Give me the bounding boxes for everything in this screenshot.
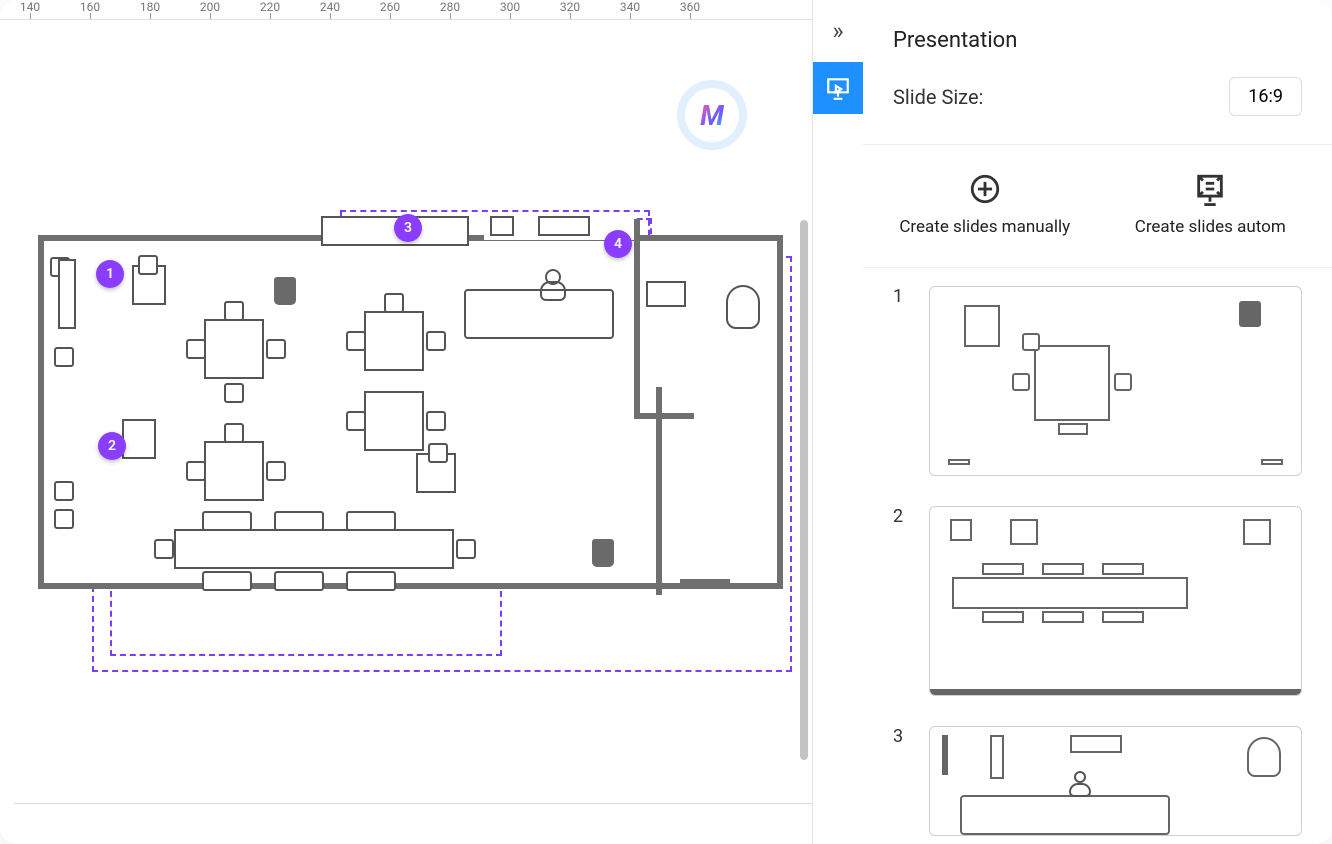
slide-thumbnail[interactable]: [929, 506, 1302, 696]
chair[interactable]: [426, 411, 446, 431]
trash-bin[interactable]: [592, 539, 614, 567]
slide-thumbnail[interactable]: [929, 286, 1302, 476]
bench-seat[interactable]: [274, 571, 324, 591]
wall: [634, 219, 640, 419]
toilet[interactable]: [726, 285, 760, 329]
chair[interactable]: [266, 339, 286, 359]
dining-table[interactable]: [204, 441, 264, 501]
door[interactable]: [680, 579, 730, 587]
panel-title: Presentation: [863, 0, 1332, 77]
floor-plan[interactable]: [38, 235, 783, 589]
wall: [656, 387, 662, 595]
ruler-tick: 260: [360, 0, 420, 19]
ruler-tick: 200: [180, 0, 240, 19]
ruler-tick: 140: [0, 0, 60, 19]
trash-bin[interactable]: [274, 277, 296, 305]
brand-watermark: M: [677, 80, 747, 150]
bench-seat[interactable]: [274, 511, 324, 531]
appliance[interactable]: [490, 216, 514, 236]
chair[interactable]: [346, 331, 366, 351]
slide-thumbnail[interactable]: [929, 726, 1302, 836]
slide-list[interactable]: 1 2: [863, 268, 1332, 844]
chair[interactable]: [54, 509, 74, 529]
side-rail: »: [813, 0, 863, 844]
panel-body: Presentation Slide Size: 16:9 Create sli…: [863, 0, 1332, 844]
slide-size-select[interactable]: 16:9: [1229, 77, 1302, 116]
chair[interactable]: [186, 461, 206, 481]
slide-number: 3: [893, 726, 911, 747]
sink[interactable]: [646, 281, 686, 307]
chair[interactable]: [186, 339, 206, 359]
dining-table[interactable]: [204, 319, 264, 379]
slide-number: 1: [893, 286, 911, 307]
drawing-canvas[interactable]: M: [0, 20, 812, 844]
chevron-right-double-icon: »: [832, 17, 843, 45]
stove[interactable]: [538, 216, 590, 236]
app-window: 140 160 180 200 220 240 260 280 300 320 …: [0, 0, 1332, 844]
banquet-table[interactable]: [174, 529, 454, 569]
bench-seat[interactable]: [202, 511, 252, 531]
chair[interactable]: [384, 293, 404, 313]
chair[interactable]: [154, 539, 174, 559]
chair[interactable]: [224, 423, 244, 443]
chair[interactable]: [426, 331, 446, 351]
chair[interactable]: [266, 461, 286, 481]
create-slides-row: Create slides manually Create slides aut…: [863, 145, 1332, 268]
plus-circle-icon: [967, 171, 1003, 207]
bench-seat[interactable]: [346, 511, 396, 531]
chair[interactable]: [138, 255, 158, 275]
create-manual-label: Create slides manually: [899, 217, 1070, 237]
ruler-tick: 160: [60, 0, 120, 19]
chair[interactable]: [456, 539, 476, 559]
small-table[interactable]: [122, 419, 156, 459]
slide-marker-1[interactable]: 1: [96, 260, 124, 288]
slide-marker-4[interactable]: 4: [604, 230, 632, 258]
ruler-tick: 180: [120, 0, 180, 19]
dining-table[interactable]: [364, 391, 424, 451]
slide-number: 2: [893, 506, 911, 527]
slide-item[interactable]: 1: [893, 286, 1302, 476]
dining-table[interactable]: [364, 311, 424, 371]
chair[interactable]: [346, 411, 366, 431]
page-boundary: [14, 803, 812, 804]
slide-item[interactable]: 3: [893, 726, 1302, 836]
ruler-tick: 340: [600, 0, 660, 19]
create-slides-manually-button[interactable]: Create slides manually: [877, 171, 1093, 237]
slide-size-row: Slide Size: 16:9: [863, 77, 1332, 145]
presentation-tab[interactable]: [813, 62, 863, 114]
ruler-tick: 360: [660, 0, 720, 19]
ruler-tick: 240: [300, 0, 360, 19]
slide-size-label: Slide Size:: [893, 85, 983, 109]
collapse-panel-button[interactable]: »: [813, 0, 863, 62]
horizontal-ruler: 140 160 180 200 220 240 260 280 300 320 …: [0, 0, 812, 20]
create-slides-auto-button[interactable]: Create slides autom: [1103, 171, 1319, 237]
chair[interactable]: [428, 443, 448, 463]
side-panel: » Presentation Slide Size: 16:9 Create s…: [812, 0, 1332, 844]
wall: [634, 413, 694, 419]
presentation-icon: [825, 75, 851, 101]
ruler-tick: 320: [540, 0, 600, 19]
bench[interactable]: [58, 259, 76, 329]
slide-item[interactable]: 2: [893, 506, 1302, 696]
ruler-tick: 220: [240, 0, 300, 19]
canvas-area[interactable]: 140 160 180 200 220 240 260 280 300 320 …: [0, 0, 812, 844]
chair[interactable]: [224, 301, 244, 321]
person-icon: [536, 269, 566, 299]
vertical-scrollbar[interactable]: [800, 220, 808, 760]
slide-marker-3[interactable]: 3: [394, 214, 422, 242]
ruler-tick: 280: [420, 0, 480, 19]
bench-seat[interactable]: [346, 571, 396, 591]
chair[interactable]: [54, 481, 74, 501]
brand-logo-icon: M: [700, 99, 724, 132]
auto-frame-icon: [1192, 171, 1228, 207]
bench-seat[interactable]: [202, 571, 252, 591]
create-auto-label: Create slides autom: [1135, 217, 1286, 237]
chair[interactable]: [224, 383, 244, 403]
chair[interactable]: [54, 347, 74, 367]
slide-marker-2[interactable]: 2: [98, 432, 126, 460]
ruler-tick: 300: [480, 0, 540, 19]
